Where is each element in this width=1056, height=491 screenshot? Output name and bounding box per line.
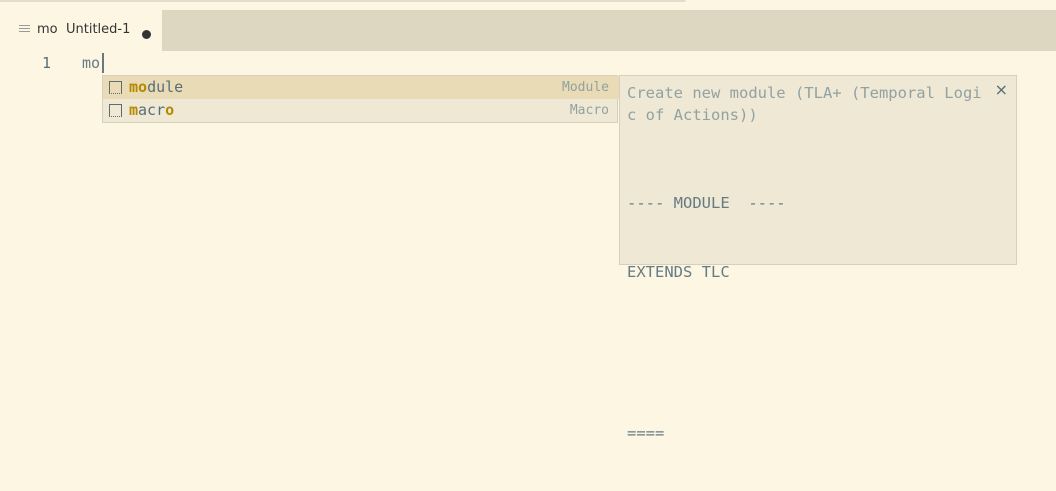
editor-area[interactable]: 1 mo module Module macro Macro Create ne…: [0, 51, 1056, 442]
suggest-widget: module Module macro Macro: [102, 75, 619, 123]
suggest-item-macro[interactable]: macro Macro: [103, 99, 619, 122]
unsaved-dot-icon[interactable]: [142, 30, 151, 39]
tab-title: Untitled-1: [66, 22, 131, 37]
suggest-item-label: macro: [129, 101, 174, 119]
text-cursor: [102, 53, 104, 73]
suggest-details-panel: Create new module (TLA+ (Temporal Logic …: [619, 75, 1017, 442]
window-top-strip: [0, 0, 1056, 10]
match-highlight: m: [129, 101, 139, 119]
code-line[interactable]: mo: [82, 54, 100, 72]
code-line-module: ---- MODULE ----: [627, 194, 786, 212]
suggest-item-detail: Macro: [569, 103, 609, 118]
scrollbar-sliver: [0, 0, 686, 2]
snippet-icon: [109, 104, 122, 117]
match-highlight: mo: [129, 78, 148, 96]
label-rest: dule: [147, 78, 184, 96]
tab-bar: mo Untitled-1: [0, 10, 1056, 51]
file-lines-icon: [19, 25, 30, 36]
line-number: 1: [41, 54, 51, 72]
code-line-end: ====: [627, 424, 665, 442]
details-documentation: Create new module (TLA+ (Temporal Logic …: [627, 84, 982, 124]
close-icon[interactable]: ×: [995, 80, 1008, 99]
label-rest: acr: [138, 101, 166, 119]
suggest-item-module[interactable]: module Module: [103, 76, 619, 99]
suggest-item-detail: Module: [562, 80, 609, 95]
details-code-block: ---- MODULE ---- EXTENDS TLC ====: [627, 146, 786, 491]
tab-language-label: mo: [37, 22, 58, 37]
suggest-item-label: module: [129, 78, 183, 96]
snippet-icon: [109, 81, 122, 94]
tab-untitled-1[interactable]: mo Untitled-1: [0, 10, 162, 51]
match-highlight: o: [165, 101, 175, 119]
